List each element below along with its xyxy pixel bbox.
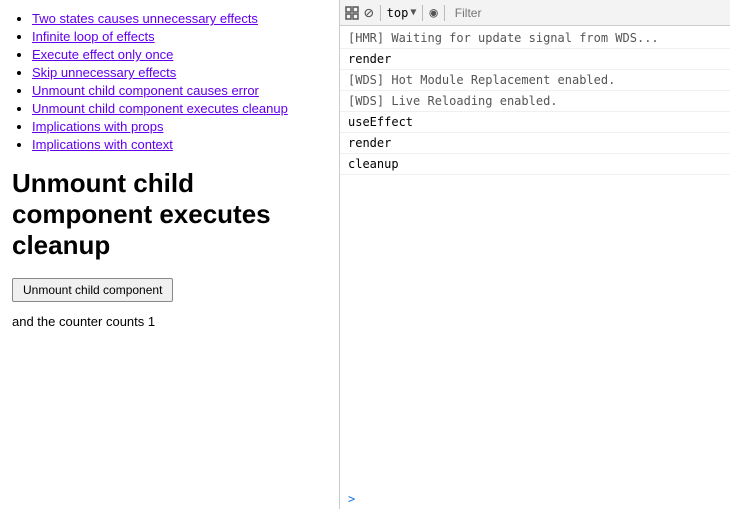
context-selector[interactable]: top ▼ — [387, 6, 417, 20]
console-toolbar: ⊘ top ▼ ◉ — [340, 0, 730, 26]
console-line: useEffect — [340, 112, 730, 133]
eye-icon[interactable]: ◉ — [429, 5, 437, 21]
nav-link-execute-once[interactable]: Execute effect only once — [32, 47, 173, 62]
console-line-text: render — [348, 134, 722, 152]
console-line: [HMR] Waiting for update signal from WDS… — [340, 28, 730, 49]
toolbar-divider — [380, 5, 381, 21]
nav-link-unmount-cleanup[interactable]: Unmount child component executes cleanup — [32, 101, 288, 116]
console-line-text: useEffect — [348, 113, 722, 131]
console-line: cleanup — [340, 154, 730, 175]
toolbar-divider-3 — [444, 5, 445, 21]
nav-link-infinite-loop[interactable]: Infinite loop of effects — [32, 29, 155, 44]
dropdown-arrow-icon: ▼ — [410, 7, 416, 18]
console-line-text: cleanup — [348, 155, 722, 173]
console-prompt: > — [340, 489, 730, 509]
devtools-console: ⊘ top ▼ ◉ [HMR] Waiting for update signa… — [340, 0, 730, 509]
nav-link-implications-props[interactable]: Implications with props — [32, 119, 164, 134]
counter-text: and the counter counts 1 — [12, 314, 327, 329]
console-line-text: render — [348, 50, 722, 68]
console-line-text: [WDS] Hot Module Replacement enabled. — [348, 71, 722, 89]
nav-item-implications-context: Implications with context — [32, 137, 327, 152]
nav-item-skip-unnecessary: Skip unnecessary effects — [32, 65, 327, 80]
nav-item-unmount-error: Unmount child component causes error — [32, 83, 327, 98]
console-prompt-input[interactable] — [359, 492, 722, 506]
console-line: render — [340, 49, 730, 70]
nav-list: Two states causes unnecessary effects In… — [12, 11, 327, 152]
filter-input[interactable] — [451, 6, 726, 20]
nav-item-execute-once: Execute effect only once — [32, 47, 327, 62]
console-line: [WDS] Live Reloading enabled. — [340, 91, 730, 112]
nav-item-infinite-loop: Infinite loop of effects — [32, 29, 327, 44]
console-line: [WDS] Hot Module Replacement enabled. — [340, 70, 730, 91]
console-line-text: [WDS] Live Reloading enabled. — [348, 92, 722, 110]
no-entry-icon[interactable]: ⊘ — [364, 3, 374, 22]
toolbar-divider-2 — [422, 5, 423, 21]
nav-link-unmount-error[interactable]: Unmount child component causes error — [32, 83, 259, 98]
context-label: top — [387, 6, 409, 20]
nav-link-two-states[interactable]: Two states causes unnecessary effects — [32, 11, 258, 26]
prompt-arrow-icon: > — [348, 492, 355, 506]
nav-link-skip-unnecessary[interactable]: Skip unnecessary effects — [32, 65, 176, 80]
page-title: Unmount child component executes cleanup — [12, 168, 327, 262]
nav-item-unmount-cleanup: Unmount child component executes cleanup — [32, 101, 327, 116]
unmount-child-button[interactable]: Unmount child component — [12, 278, 173, 302]
console-line: render — [340, 133, 730, 154]
nav-item-two-states: Two states causes unnecessary effects — [32, 11, 327, 26]
nav-item-implications-props: Implications with props — [32, 119, 327, 134]
left-panel: Two states causes unnecessary effects In… — [0, 0, 340, 509]
nav-link-implications-context[interactable]: Implications with context — [32, 137, 173, 152]
console-line-text: [HMR] Waiting for update signal from WDS… — [348, 29, 722, 47]
console-output: [HMR] Waiting for update signal from WDS… — [340, 26, 730, 489]
inspect-icon[interactable] — [344, 5, 360, 21]
